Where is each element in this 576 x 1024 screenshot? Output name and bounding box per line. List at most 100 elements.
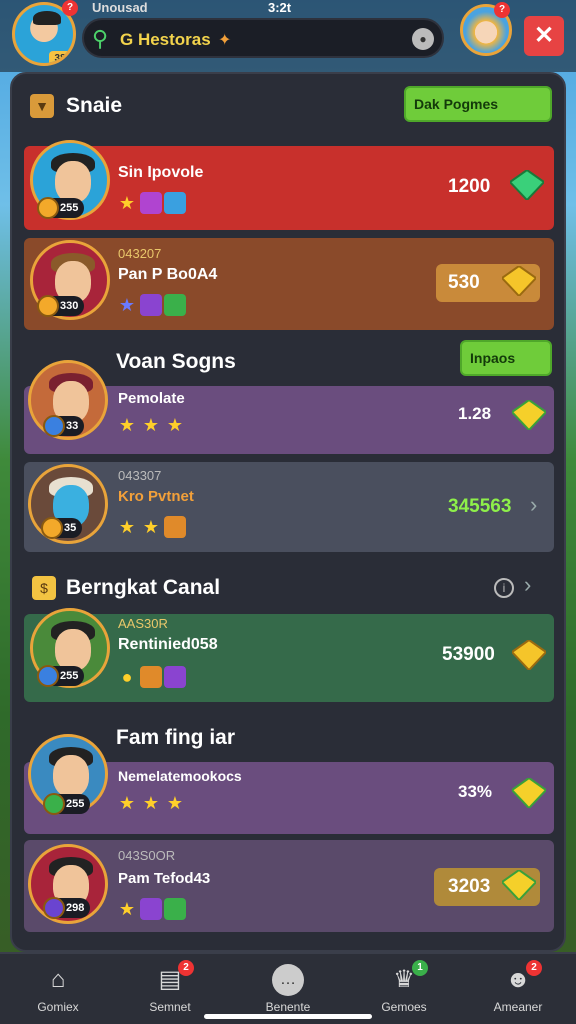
star-icon: ★ [118,517,136,537]
star-icon: ★ [118,899,136,919]
star-icon: ★ [118,193,136,213]
info-icon[interactable]: i [494,578,514,598]
level-badge: 298 [43,897,91,919]
player-name: Nemelatemookocs [118,768,242,784]
gold-gem-icon [512,640,546,670]
item-chips: ★ ★ ★ [116,414,188,438]
gem-icon [164,516,186,538]
home-indicator [204,1014,372,1019]
nav-label: Ameaner [493,1000,543,1014]
player-name: Sin Ipovole [118,164,204,181]
chat-icon: … [272,964,304,996]
section-title: Fam fing iar [116,726,236,749]
item-chips: ★ ★ [116,516,188,540]
section-title: Snaie [66,94,123,117]
section-title: Voan Sogns [116,350,236,373]
gold-gem-icon [502,870,536,900]
nav-badge: 1 [412,960,428,976]
player-id: 043S0OR [118,848,176,863]
level-badge: 255 [43,793,91,815]
sparkle-icon: ✦ [218,32,232,49]
gem-icon [140,898,162,920]
list-item[interactable]: 255 AAS30R Rentinied058 ● 53900 [24,608,554,702]
section-title: Berngkat Canal [66,576,221,599]
chevron-right-icon[interactable]: › [524,572,531,598]
nav-label: Gemoes [381,1000,427,1014]
chevron-right-icon[interactable]: › [530,492,537,518]
star-icon: ★ [142,793,160,813]
nav-badge: 2 [526,960,542,976]
list-item[interactable]: 35 043307 Kro Pvtnet ★ ★ 345563 › [24,462,554,552]
item-chips: ★ [116,898,188,922]
level-badge: 255 [37,197,85,219]
player-name: Pan P Bo0A4 [118,266,218,283]
dropdown-icon[interactable]: ▼ [30,94,54,118]
status-title: Unousad [92,0,148,15]
player-level-badge: 38 [49,51,71,63]
gem-icon [164,294,186,316]
star-icon: ★ [166,415,184,435]
search-input[interactable]: G Hestoras [120,30,211,50]
voice-icon[interactable]: ● [412,28,434,50]
inpaos-button[interactable]: Inpaos [460,340,552,376]
gem-icon [164,192,186,214]
level-badge: 33 [43,415,85,437]
player-name: Kro Pvtnet [118,488,194,505]
level-badge: 255 [37,665,85,687]
player-name: Pemolate [118,390,185,407]
leaderboard-panel: ▼ Snaie Dak Pogmes 255 Sin Ipovole ★ 120… [10,72,566,952]
notification-badge: ? [62,0,78,16]
player-id: AAS30R [118,616,168,631]
nav-badge: 2 [178,960,194,976]
score: 1.28 [458,404,492,423]
nav-label: Benente [265,1000,311,1014]
coin-icon: $ [32,576,56,600]
gem-icon [140,666,162,688]
player-name: Pam Tefod43 [118,870,211,887]
player-name: Rentinied058 [118,636,218,653]
emerald-icon [510,170,544,200]
dark-programs-button[interactable]: Dak Pogmes [404,86,552,122]
gem-icon [140,294,162,316]
star-icon: ★ [118,793,136,813]
search-icon: ⚲ [92,26,109,51]
gem-icon [140,192,162,214]
item-chips: ★ ★ ★ [116,792,188,816]
home-icon: ⌂ [50,966,66,993]
player-id: 043207 [118,246,162,261]
item-chips: ★ [116,294,188,318]
score: 53900 [442,644,495,665]
gold-gem-icon [512,400,546,430]
list-item[interactable]: 330 043207 Pan P Bo0A4 ★ 530 [24,238,554,330]
gold-gem-icon [502,266,536,296]
level-badge: 330 [37,295,85,317]
search-bar[interactable]: ⚲ G Hestoras ✦ ● [82,18,444,58]
list-item[interactable]: 255 Nemelatemookocs ★ ★ ★ 33% [24,734,554,834]
gem-icon [164,898,186,920]
item-chips: ★ [116,192,188,216]
star-icon: ★ [166,793,184,813]
friend-badge: ? [494,2,510,18]
close-button[interactable]: ✕ [524,16,564,56]
list-item[interactable]: 255 Sin Ipovole ★ 1200 [24,140,554,230]
gold-gem-icon [512,778,546,808]
coin-icon: ● [121,667,133,687]
item-chips: ● [116,666,188,690]
gem-icon [164,666,186,688]
score: 345563 [448,496,512,517]
list-item[interactable]: 33 Pemolate ★ ★ ★ 1.28 [24,360,554,454]
status-time: 3:2t [268,0,292,15]
top-bar: 38 ? Unousad 3:2t ⚲ G Hestoras ✦ ● ? ✕ [0,0,576,72]
player-id: 043307 [118,468,162,483]
star-icon: ★ [118,415,136,435]
star-icon: ★ [118,295,136,315]
nav-item-profile[interactable]: ☻ 2 Ameaner [468,954,568,1024]
nav-label: Semnet [149,1000,191,1014]
list-item[interactable]: 298 043S0OR Pam Tefod43 ★ 3203 [24,840,554,932]
nav-item-home[interactable]: ⌂ Gomiex [8,954,108,1024]
score: 3203 [448,876,491,897]
score: 1200 [448,176,491,197]
level-badge: 35 [41,517,83,539]
score: 530 [448,272,480,293]
star-icon: ★ [142,517,160,537]
